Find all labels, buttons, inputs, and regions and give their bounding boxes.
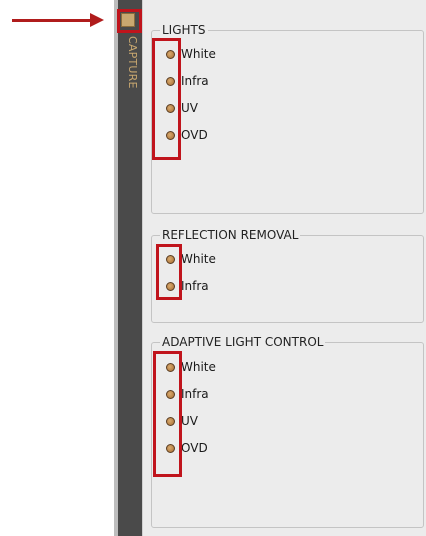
option-label: UV — [181, 414, 198, 428]
annotation-highlight-lights — [152, 38, 181, 160]
capture-tab-label[interactable]: CAPTURE — [121, 36, 139, 96]
option-label: Infra — [181, 74, 209, 88]
annotation-arrow-head — [90, 13, 104, 27]
adaptive-light-control-group-title: ADAPTIVE LIGHT CONTROL — [160, 335, 326, 349]
option-label: Infra — [181, 387, 209, 401]
option-label: White — [181, 47, 216, 61]
option-label: White — [181, 252, 216, 266]
annotation-highlight-reflection — [156, 244, 182, 300]
lights-group-title: LIGHTS — [160, 23, 208, 37]
option-label: White — [181, 360, 216, 374]
option-label: UV — [181, 101, 198, 115]
option-label: OVD — [181, 128, 208, 142]
option-label: Infra — [181, 279, 209, 293]
reflection-removal-group-title: REFLECTION REMOVAL — [160, 228, 301, 242]
annotation-highlight-capture — [117, 9, 142, 33]
annotation-arrow-shaft — [12, 19, 92, 22]
annotation-highlight-adaptive — [153, 351, 182, 477]
option-label: OVD — [181, 441, 208, 455]
